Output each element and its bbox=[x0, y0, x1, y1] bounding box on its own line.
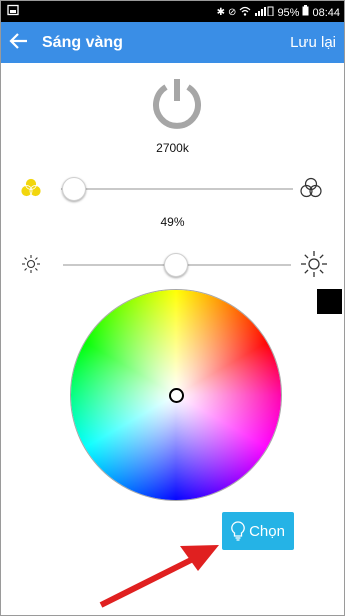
red-arrow-annotation bbox=[99, 545, 219, 608]
app-frame: ✱ ⊘ 95% 08:44 Sáng vàng Lưu lại 2700k 49… bbox=[0, 0, 345, 616]
